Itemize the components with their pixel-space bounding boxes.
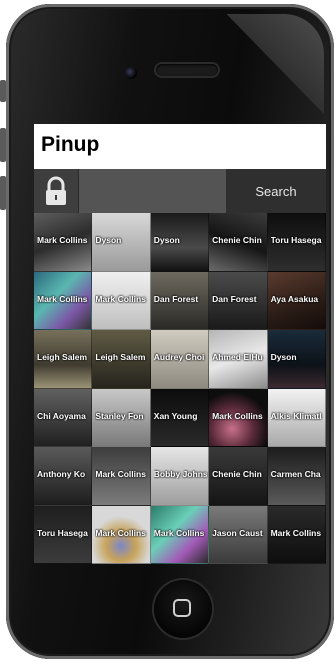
pin-tile[interactable]: Mark Collins bbox=[209, 388, 268, 447]
pin-tile[interactable]: Ahmed ElHu bbox=[209, 330, 268, 389]
pin-tile[interactable]: Dan Forest bbox=[150, 271, 210, 330]
pin-tile[interactable]: Mark Collins bbox=[34, 271, 93, 330]
pin-tile-author: Leigh Salem bbox=[37, 352, 88, 362]
home-button[interactable] bbox=[154, 580, 212, 638]
earpiece-speaker bbox=[156, 64, 218, 76]
pin-tile-author: Toru Hasega bbox=[270, 235, 322, 245]
pin-tile[interactable]: Dan Forest bbox=[209, 271, 268, 330]
pin-tile[interactable]: Mark Collins bbox=[92, 447, 151, 506]
pin-tile-author: Mark Collins bbox=[37, 293, 88, 304]
pin-tile-author: Dyson bbox=[270, 352, 297, 362]
pin-grid: Mark Collins Dyson Dyson Chenie Chin Toru Ha… bbox=[34, 213, 326, 564]
pin-tile[interactable]: Leigh Salem bbox=[92, 330, 151, 389]
pin-tile-author: Ahmed ElHu bbox=[212, 352, 263, 362]
search-button[interactable]: Search bbox=[226, 169, 326, 213]
title-bar: Pinup bbox=[34, 124, 326, 169]
pin-tile[interactable]: Leigh Salem bbox=[34, 330, 93, 389]
pin-tile[interactable]: Anthony Ko bbox=[34, 447, 93, 506]
pin-tile-author: Stanley Fon bbox=[95, 410, 144, 421]
pin-tile-author: Aya Asakua bbox=[270, 293, 319, 304]
pin-tile-author: Mark Collins bbox=[95, 527, 146, 538]
volume-up-button bbox=[0, 128, 6, 162]
pin-tile[interactable]: Toru Hasega bbox=[34, 505, 93, 564]
pin-tile-author: Xan Young bbox=[153, 410, 198, 421]
pin-tile[interactable]: Mark Collins bbox=[267, 505, 326, 564]
pin-tile[interactable]: Mark Collins bbox=[150, 505, 210, 564]
pin-tile[interactable]: Mark Collins bbox=[92, 505, 151, 564]
pin-tile-author: Toru Hasega bbox=[37, 527, 88, 538]
pin-tile[interactable]: Mark Collins bbox=[92, 271, 151, 330]
pin-tile[interactable]: Aya Asakua bbox=[267, 271, 326, 330]
pin-tile[interactable]: Xan Young bbox=[150, 388, 210, 447]
pin-tile[interactable]: Dyson bbox=[267, 330, 326, 389]
pin-tile[interactable]: Bobby Johns bbox=[150, 447, 210, 506]
pin-tile-author: Bobby Johns bbox=[153, 469, 208, 479]
pin-tile[interactable]: Chenie Chin bbox=[209, 447, 268, 506]
pin-tile[interactable]: Chenie Chin bbox=[209, 213, 268, 272]
pin-tile-author: Dyson bbox=[95, 235, 122, 245]
pin-tile-author: Dyson bbox=[153, 235, 180, 245]
pin-tile-author: Mark Collins bbox=[153, 527, 205, 538]
pin-tile-author: Dan Forest bbox=[212, 293, 257, 304]
pin-tile-author: Mark Collins bbox=[95, 469, 146, 479]
pin-tile-author: Chi Aoyama bbox=[37, 410, 86, 421]
pin-tile-author: Dan Forest bbox=[153, 293, 199, 304]
app-title: Pinup bbox=[41, 133, 100, 156]
pin-tile[interactable]: Mark Collins bbox=[34, 213, 93, 272]
pin-tile-author: Mark Collins bbox=[212, 410, 263, 421]
pin-tile[interactable]: Audrey Choi bbox=[150, 330, 210, 389]
pin-tile-author: Mark Collins bbox=[37, 235, 88, 245]
pin-tile[interactable]: Chi Aoyama bbox=[34, 388, 93, 447]
pin-tile-author: Audrey Choi bbox=[153, 352, 205, 362]
app-screen: Pinup Search Mark Collins Dyson Dyson Cheni… bbox=[34, 124, 326, 564]
pin-tile[interactable]: Stanley Fon bbox=[92, 388, 151, 447]
pin-tile-author: Jason Caust bbox=[212, 527, 263, 538]
volume-down-button bbox=[0, 176, 6, 210]
toolbar: Search bbox=[34, 169, 326, 213]
front-camera bbox=[125, 67, 137, 79]
lock-button[interactable] bbox=[34, 169, 79, 213]
pin-tile-author: Mark Collins bbox=[270, 527, 322, 538]
pin-tile-author: Carmen Cha bbox=[270, 469, 321, 479]
pin-tile[interactable]: Dyson bbox=[92, 213, 151, 272]
pin-tile-author: Chenie Chin bbox=[212, 235, 262, 245]
home-square-icon bbox=[173, 599, 191, 617]
pin-tile-author: Chenie Chin bbox=[212, 469, 262, 479]
pin-tile-author: Mark Collins bbox=[95, 293, 146, 304]
pin-tile-author: Alkis Klimatl bbox=[270, 410, 322, 421]
pin-tile[interactable]: Jason Caust bbox=[209, 505, 268, 564]
mute-switch bbox=[0, 80, 6, 102]
pin-tile[interactable]: Alkis Klimatl bbox=[267, 388, 326, 447]
pin-tile[interactable]: Toru Hasega bbox=[267, 213, 326, 272]
pin-tile-author: Anthony Ko bbox=[37, 469, 86, 479]
pin-tile[interactable]: Carmen Cha bbox=[267, 447, 326, 506]
lock-icon bbox=[46, 176, 66, 205]
pin-tile-author: Leigh Salem bbox=[95, 352, 146, 362]
pin-tile[interactable]: Dyson bbox=[150, 213, 210, 272]
